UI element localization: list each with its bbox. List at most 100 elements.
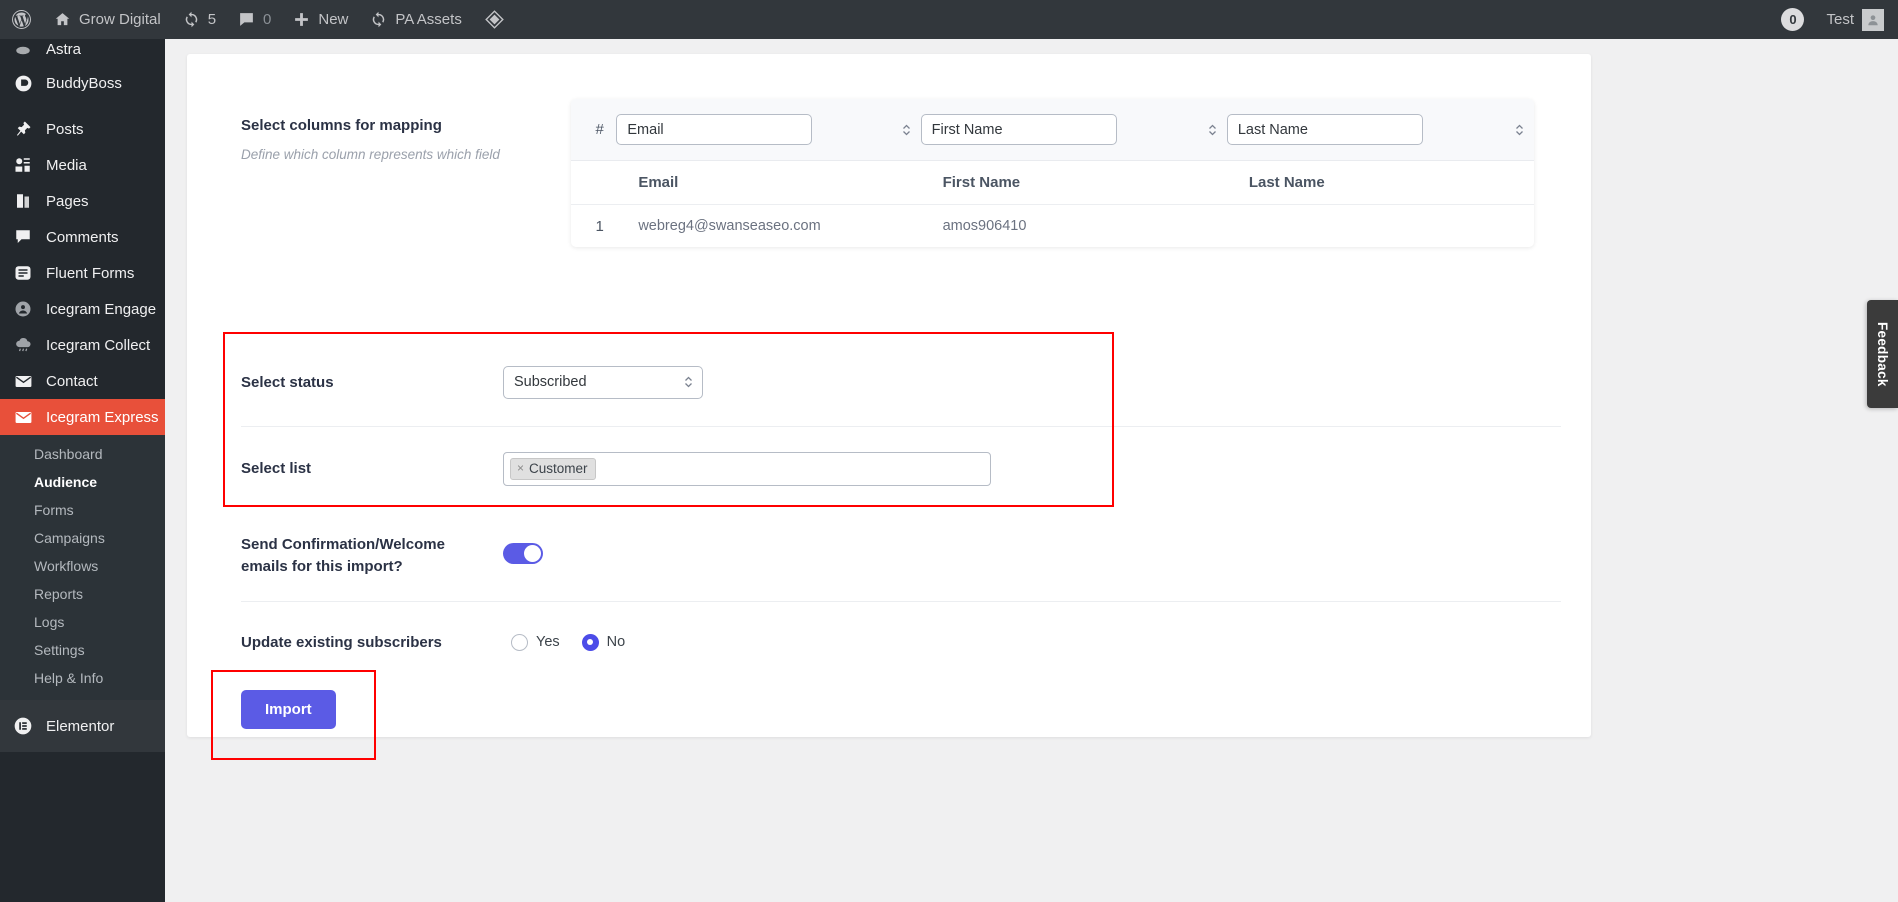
- sidebar-item-label: Icegram Collect: [46, 336, 151, 354]
- column-mapping-subtitle: Define which column represents which fie…: [241, 147, 500, 162]
- new-label: New: [318, 11, 349, 28]
- sidebar-divider: [0, 101, 165, 111]
- sidebar-footer-group: Elementor: [0, 700, 165, 752]
- sidebar-item-label: BuddyBoss: [46, 74, 122, 92]
- chevron-updown-icon: [1514, 122, 1525, 138]
- sidebar-item-icegram-collect[interactable]: Icegram Collect: [0, 327, 165, 363]
- diamond-plugin-menu[interactable]: [473, 0, 516, 39]
- updates-menu[interactable]: 5: [172, 0, 227, 39]
- import-button[interactable]: Import: [241, 690, 336, 729]
- select-list-row: Select list × Customer: [187, 426, 1591, 511]
- diamond-icon: [484, 9, 505, 30]
- pa-assets-menu[interactable]: PA Assets: [359, 0, 472, 39]
- wordpress-logo-icon: [11, 9, 32, 30]
- select-status-dropdown[interactable]: Subscribed: [503, 365, 703, 399]
- sidebar-item-forms[interactable]: Forms: [0, 496, 165, 524]
- sidebar-item-label: Astra: [46, 40, 82, 58]
- site-name-label: Grow Digital: [79, 11, 161, 28]
- sidebar-item-audience[interactable]: Audience: [0, 468, 165, 496]
- column-map-select-1[interactable]: Email: [616, 114, 813, 145]
- radio-yes[interactable]: [511, 633, 528, 651]
- update-existing-option-no[interactable]: No: [581, 633, 625, 651]
- update-existing-radio-group: Yes No: [511, 633, 625, 651]
- pages-icon: [12, 190, 34, 212]
- pa-assets-label: PA Assets: [395, 11, 462, 28]
- pin-icon: [12, 118, 34, 140]
- comments-menu[interactable]: 0: [227, 0, 282, 39]
- envelope-icon: [12, 406, 34, 428]
- update-existing-row: Update existing subscribers Yes No: [187, 601, 1591, 683]
- sidebar-item-campaigns[interactable]: Campaigns: [0, 524, 165, 552]
- sidebar-item-pages[interactable]: Pages: [0, 183, 165, 219]
- sidebar-item-fluent-forms[interactable]: Fluent Forms: [0, 255, 165, 291]
- sidebar-item-astra[interactable]: Astra: [0, 39, 165, 59]
- sidebar-item-posts[interactable]: Posts: [0, 111, 165, 147]
- select-list-label: Select list: [241, 460, 312, 477]
- radio-yes-label: Yes: [536, 634, 560, 650]
- toggle-knob: [524, 545, 541, 562]
- sidebar-item-contact[interactable]: Contact: [0, 363, 165, 399]
- send-confirmation-toggle-wrap: [503, 543, 543, 569]
- new-content-menu[interactable]: New: [282, 0, 359, 39]
- astra-icon: [12, 39, 34, 59]
- sidebar-item-logs[interactable]: Logs: [0, 608, 165, 636]
- sidebar-item-label: Posts: [46, 120, 84, 138]
- hash-column-header: #: [595, 121, 604, 138]
- envelope-icon: [12, 370, 34, 392]
- sidebar-item-workflows[interactable]: Workflows: [0, 552, 165, 580]
- column-header-email: Email: [638, 174, 679, 191]
- sidebar-item-comments[interactable]: Comments: [0, 219, 165, 255]
- sidebar-item-media[interactable]: Media: [0, 147, 165, 183]
- elementor-icon: [12, 715, 34, 737]
- column-map-select-3-wrap: Last Name: [1226, 114, 1534, 145]
- sidebar-item-label: Contact: [46, 372, 98, 390]
- sidebar-item-label: Fluent Forms: [46, 264, 135, 282]
- comments-count: 0: [263, 11, 272, 28]
- column-map-select-2[interactable]: First Name: [920, 114, 1117, 145]
- column-map-select-3[interactable]: Last Name: [1226, 114, 1423, 145]
- column-mapping-header: # Email First Name Last Name: [571, 99, 1534, 161]
- sidebar-item-help-info[interactable]: Help & Info: [0, 664, 165, 692]
- sidebar-item-reports[interactable]: Reports: [0, 580, 165, 608]
- sidebar-item-elementor[interactable]: Elementor: [0, 708, 165, 744]
- notices-menu[interactable]: 0: [1770, 0, 1815, 39]
- select-status-label: Select status: [241, 373, 334, 391]
- wp-logo-menu[interactable]: [0, 0, 43, 39]
- sidebar-item-label: Elementor: [46, 717, 115, 735]
- radio-no[interactable]: [581, 633, 599, 651]
- chevron-updown-icon: [1207, 122, 1218, 138]
- comment-bubble-icon: [238, 11, 255, 28]
- sidebar-item-icegram-express[interactable]: Icegram Express: [0, 399, 165, 435]
- sidebar-item-icegram-engage[interactable]: Icegram Engage: [0, 291, 165, 327]
- site-name-menu[interactable]: Grow Digital: [43, 0, 172, 39]
- user-circle-icon: [12, 298, 34, 320]
- row-cell-email: webreg4@swanseaseo.com: [638, 218, 821, 234]
- remove-tag-icon[interactable]: ×: [517, 461, 524, 475]
- select-status-row: Select status Subscribed: [187, 338, 1591, 426]
- feedback-tab[interactable]: Feedback: [1867, 300, 1898, 408]
- form-icon: [12, 262, 34, 284]
- column-header-last-name: Last Name: [1248, 174, 1325, 191]
- list-tag-label: Customer: [529, 460, 588, 476]
- column-mapping-panel: # Email First Name Last Name Email First…: [571, 99, 1534, 247]
- update-icon: [183, 11, 200, 28]
- avatar: [1862, 8, 1884, 31]
- row-cell-first-name: amos906410: [942, 218, 1027, 234]
- sidebar-item-settings[interactable]: Settings: [0, 636, 165, 664]
- sidebar-item-label: Media: [46, 156, 87, 174]
- column-mapping-title: Select columns for mapping: [241, 117, 442, 134]
- feedback-label: Feedback: [1875, 321, 1890, 387]
- list-tag-customer[interactable]: × Customer: [510, 457, 596, 480]
- account-menu[interactable]: Test: [1815, 0, 1898, 39]
- home-icon: [54, 11, 71, 28]
- select-list-multiselect[interactable]: × Customer: [503, 451, 991, 486]
- update-existing-option-yes[interactable]: Yes: [511, 633, 560, 651]
- send-confirmation-toggle[interactable]: [503, 543, 543, 564]
- notice-count-badge: 0: [1781, 8, 1805, 31]
- sidebar-item-buddyboss[interactable]: BuddyBoss: [0, 65, 165, 101]
- column-map-select-1-wrap: Email: [616, 114, 920, 145]
- sidebar-item-dashboard[interactable]: Dashboard: [0, 440, 165, 468]
- plus-icon: [293, 11, 310, 28]
- comment-icon: [12, 226, 34, 248]
- admin-sidebar: Astra BuddyBoss Posts Media Pages Commen…: [0, 39, 165, 902]
